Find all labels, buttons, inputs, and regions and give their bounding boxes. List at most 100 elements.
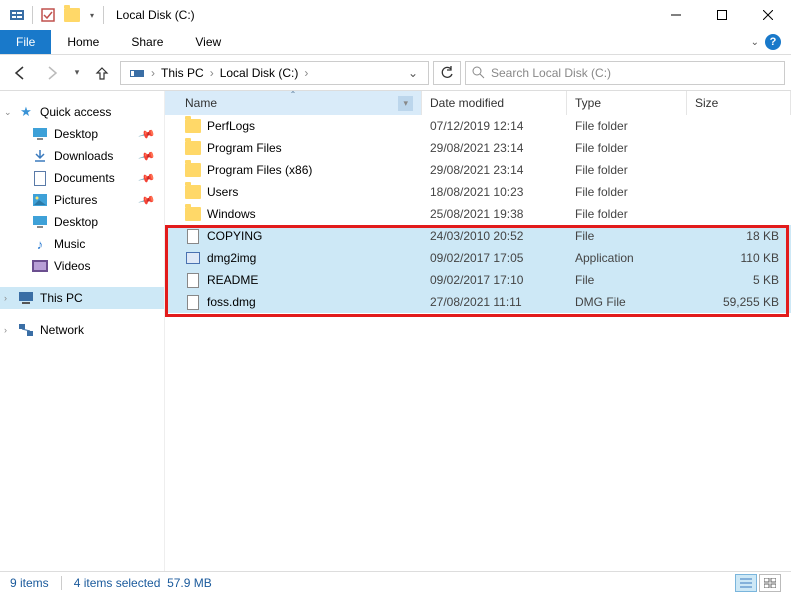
search-placeholder: Search Local Disk (C:)	[491, 66, 611, 80]
column-label: Type	[575, 96, 601, 110]
content-area: ⌄ ★ Quick access Desktop 📌 Downloads 📌 D…	[0, 91, 791, 571]
network-icon	[18, 322, 34, 338]
nav-this-pc[interactable]: › This PC	[0, 287, 164, 309]
chevron-right-icon[interactable]: ›	[4, 325, 7, 335]
minimize-button[interactable]	[653, 0, 699, 30]
status-selection: 4 items selected 57.9 MB	[74, 576, 212, 590]
pin-icon: 📌	[138, 125, 156, 143]
address-root-icon[interactable]	[125, 66, 149, 80]
refresh-button[interactable]	[433, 61, 461, 85]
recent-dropdown[interactable]: ▾	[70, 59, 84, 87]
nav-documents[interactable]: Documents 📌	[0, 167, 164, 189]
nav-pictures[interactable]: Pictures 📌	[0, 189, 164, 211]
column-size[interactable]: Size	[687, 91, 791, 115]
nav-label: Documents	[54, 171, 115, 185]
pin-icon: 📌	[138, 147, 156, 165]
cell-date: 25/08/2021 19:38	[422, 207, 567, 221]
file-row[interactable]: dmg2img09/02/2017 17:05Application110 KB	[165, 247, 791, 269]
tab-share[interactable]: Share	[115, 30, 179, 54]
tab-view[interactable]: View	[179, 30, 237, 54]
cell-type: DMG File	[567, 295, 687, 309]
nav-network[interactable]: › Network	[0, 319, 164, 341]
cell-type: File	[567, 273, 687, 287]
pictures-icon	[32, 192, 48, 208]
cell-type: File folder	[567, 185, 687, 199]
column-dropdown-icon[interactable]: ▾	[398, 96, 413, 111]
divider	[32, 6, 33, 24]
column-name[interactable]: ⌃ Name ▾	[165, 91, 422, 115]
computer-icon	[18, 290, 34, 306]
chevron-right-icon[interactable]: ›	[149, 66, 157, 80]
chevron-right-icon[interactable]: ›	[4, 293, 7, 303]
nav-downloads[interactable]: Downloads 📌	[0, 145, 164, 167]
cell-name: foss.dmg	[165, 294, 422, 310]
breadcrumb-current[interactable]: Local Disk (C:)	[216, 66, 303, 80]
star-icon: ★	[18, 104, 34, 120]
back-button[interactable]	[6, 59, 34, 87]
column-date[interactable]: Date modified	[422, 91, 567, 115]
file-name: Program Files (x86)	[207, 163, 312, 177]
navigation-pane: ⌄ ★ Quick access Desktop 📌 Downloads 📌 D…	[0, 91, 165, 571]
cell-name: dmg2img	[165, 250, 422, 266]
navigation-bar: ▾ › This PC › Local Disk (C:) › ⌄ Search…	[0, 55, 791, 91]
cell-size: 110 KB	[687, 251, 791, 265]
divider	[61, 576, 62, 590]
chevron-right-icon[interactable]: ›	[208, 66, 216, 80]
file-row[interactable]: README09/02/2017 17:10File5 KB	[165, 269, 791, 291]
forward-button[interactable]	[38, 59, 66, 87]
nav-videos[interactable]: Videos	[0, 255, 164, 277]
file-row[interactable]: PerfLogs07/12/2019 12:14File folder	[165, 115, 791, 137]
file-row[interactable]: COPYING24/03/2010 20:52File18 KB	[165, 225, 791, 247]
nav-desktop-2[interactable]: Desktop	[0, 211, 164, 233]
cell-name: README	[165, 272, 422, 288]
nav-music[interactable]: ♪ Music	[0, 233, 164, 255]
thumbnails-view-button[interactable]	[759, 574, 781, 592]
tab-file[interactable]: File	[0, 30, 51, 54]
column-label: Date modified	[430, 96, 504, 110]
window-controls	[653, 0, 791, 30]
details-view-button[interactable]	[735, 574, 757, 592]
view-toggles	[735, 574, 781, 592]
nav-quick-access[interactable]: ⌄ ★ Quick access	[0, 101, 164, 123]
properties-qat-button[interactable]	[37, 4, 59, 26]
file-row[interactable]: Users18/08/2021 10:23File folder	[165, 181, 791, 203]
column-label: Size	[695, 96, 718, 110]
cell-type: File folder	[567, 207, 687, 221]
cell-size: 5 KB	[687, 273, 791, 287]
ribbon-expand-icon[interactable]: ⌄	[751, 37, 759, 48]
breadcrumb-this-pc[interactable]: This PC	[157, 66, 208, 80]
cell-size: 18 KB	[687, 229, 791, 243]
folder-icon	[185, 162, 201, 178]
file-row[interactable]: foss.dmg27/08/2021 11:11DMG File59,255 K…	[165, 291, 791, 313]
nav-label: Quick access	[40, 105, 111, 119]
maximize-button[interactable]	[699, 0, 745, 30]
tab-home[interactable]: Home	[51, 30, 115, 54]
file-row[interactable]: Program Files29/08/2021 23:14File folder	[165, 137, 791, 159]
qat-dropdown[interactable]: ▾	[85, 4, 99, 26]
help-button[interactable]: ?	[765, 34, 781, 50]
cell-type: File folder	[567, 163, 687, 177]
file-row[interactable]: Windows25/08/2021 19:38File folder	[165, 203, 791, 225]
nav-label: Desktop	[54, 215, 98, 229]
up-button[interactable]	[88, 59, 116, 87]
cell-type: File folder	[567, 141, 687, 155]
folder-icon	[185, 140, 201, 156]
pin-icon: 📌	[138, 169, 156, 187]
search-input[interactable]: Search Local Disk (C:)	[465, 61, 785, 85]
ribbon-right: ⌄ ?	[741, 30, 791, 54]
chevron-down-icon[interactable]: ⌄	[4, 107, 12, 118]
address-dropdown[interactable]: ⌄	[402, 66, 424, 80]
nav-desktop[interactable]: Desktop 📌	[0, 123, 164, 145]
cell-name: Windows	[165, 206, 422, 222]
file-row[interactable]: Program Files (x86)29/08/2021 23:14File …	[165, 159, 791, 181]
close-button[interactable]	[745, 0, 791, 30]
address-bar[interactable]: › This PC › Local Disk (C:) › ⌄	[120, 61, 429, 85]
column-type[interactable]: Type	[567, 91, 687, 115]
folder-qat-button[interactable]	[61, 4, 83, 26]
file-name: Program Files	[207, 141, 282, 155]
chevron-right-icon[interactable]: ›	[302, 66, 310, 80]
app-icon[interactable]	[6, 4, 28, 26]
search-icon	[472, 66, 485, 79]
column-headers: ⌃ Name ▾ Date modified Type Size	[165, 91, 791, 115]
cell-date: 24/03/2010 20:52	[422, 229, 567, 243]
